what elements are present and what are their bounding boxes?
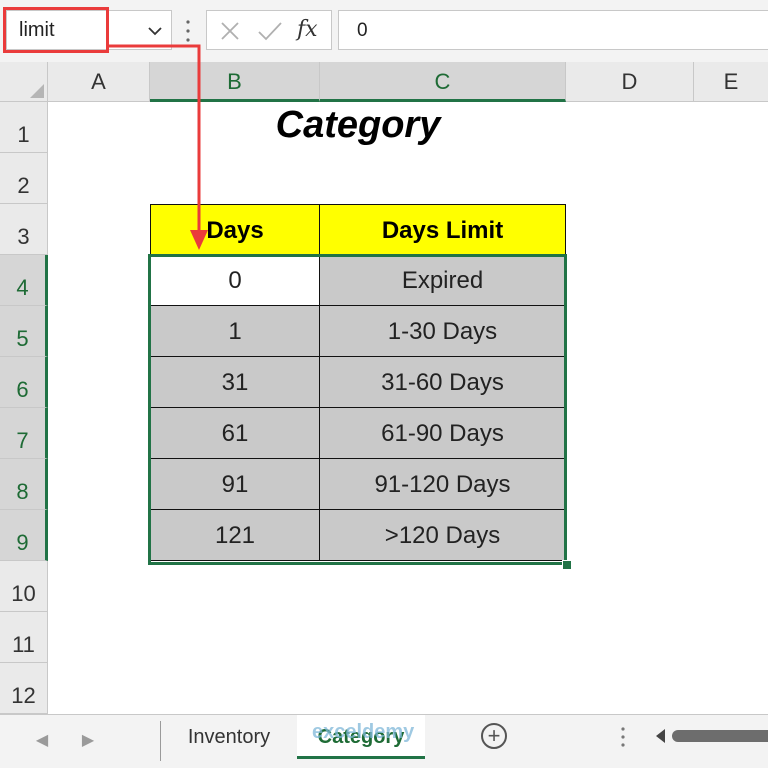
row-header-1[interactable]: 1 <box>0 102 48 153</box>
scroll-left-arrow-icon[interactable] <box>656 729 665 743</box>
row-number: 9 <box>16 530 29 555</box>
table-cell-days[interactable]: 91 <box>150 459 320 510</box>
column-header-e[interactable]: E <box>694 62 768 102</box>
table-header-days-limit[interactable]: Days Limit <box>320 204 566 255</box>
table-header-days[interactable]: Days <box>150 204 320 255</box>
sheet-tab-bar: ◀ ▶ Inventory Category exceldemy + <box>0 714 768 768</box>
row-header-6[interactable]: 6 <box>0 357 48 408</box>
table-cell-days[interactable]: 1 <box>150 306 320 357</box>
column-header-d[interactable]: D <box>566 62 694 102</box>
chevron-down-icon[interactable] <box>147 23 163 39</box>
column-header-c[interactable]: C <box>320 62 566 102</box>
row-header-12[interactable]: 12 <box>0 663 48 714</box>
row-number: 1 <box>17 122 30 147</box>
row-header-11[interactable]: 11 <box>0 612 48 663</box>
row-number: 4 <box>16 275 29 300</box>
scroll-tabs-right-icon[interactable]: ▶ <box>78 729 98 753</box>
row-header-9[interactable]: 9 <box>0 510 48 561</box>
table-cell-days-limit[interactable]: Expired <box>320 255 566 306</box>
table-cell-days[interactable]: 31 <box>150 357 320 408</box>
tab-inventory[interactable]: Inventory <box>164 715 294 759</box>
x-icon[interactable] <box>219 20 241 42</box>
watermark-logo: exceldemy <box>312 721 415 743</box>
name-box-annotation <box>3 7 109 53</box>
table-cell-days[interactable]: 61 <box>150 408 320 459</box>
row-header-10[interactable]: 10 <box>0 561 48 612</box>
check-icon[interactable] <box>257 20 283 42</box>
row-number: 6 <box>16 377 29 402</box>
row-number: 12 <box>11 683 36 708</box>
add-sheet-icon[interactable]: + <box>481 723 507 749</box>
table-cell-days-limit[interactable]: 91-120 Days <box>320 459 566 510</box>
table-cell-days-limit[interactable]: 1-30 Days <box>320 306 566 357</box>
row-number: 2 <box>17 173 30 198</box>
row-number: 3 <box>17 224 30 249</box>
row-number: 11 <box>12 632 35 657</box>
column-header-b[interactable]: B <box>150 62 320 102</box>
row-header-7[interactable]: 7 <box>0 408 48 459</box>
table-cell-days-limit[interactable]: 31-60 Days <box>320 357 566 408</box>
row-header-4[interactable]: 4 <box>0 255 48 306</box>
function-icon[interactable]: fx <box>297 17 318 42</box>
row-header-2[interactable]: 2 <box>0 153 48 204</box>
table-cell-days[interactable]: 121 <box>150 510 320 561</box>
column-header-a[interactable]: A <box>48 62 150 102</box>
more-tabs-icon[interactable] <box>620 725 626 749</box>
table-cell-days-limit[interactable]: 61-90 Days <box>320 408 566 459</box>
sheet-title[interactable]: Category <box>150 104 566 147</box>
row-header-5[interactable]: 5 <box>0 306 48 357</box>
select-all-corner[interactable] <box>0 62 48 102</box>
formula-buttons: fx <box>206 10 332 50</box>
table-cell-days[interactable]: 0 <box>150 255 320 306</box>
fill-handle[interactable] <box>562 560 572 570</box>
formula-input[interactable]: 0 <box>338 10 768 50</box>
scroll-tabs-left-icon[interactable]: ◀ <box>32 729 52 753</box>
row-header-3[interactable]: 3 <box>0 204 48 255</box>
row-number: 5 <box>16 326 29 351</box>
formula-value: 0 <box>357 20 368 41</box>
select-all-icon <box>30 84 44 98</box>
row-number: 7 <box>16 428 29 453</box>
row-header-8[interactable]: 8 <box>0 459 48 510</box>
table-cell-days-limit[interactable]: >120 Days <box>320 510 566 561</box>
row-number: 8 <box>16 479 29 504</box>
horizontal-scrollbar[interactable] <box>672 730 768 742</box>
formula-bar: limit fx 0 <box>0 0 768 62</box>
row-number: 10 <box>11 581 36 606</box>
more-options-icon[interactable] <box>185 18 191 44</box>
tab-separator <box>160 721 161 761</box>
